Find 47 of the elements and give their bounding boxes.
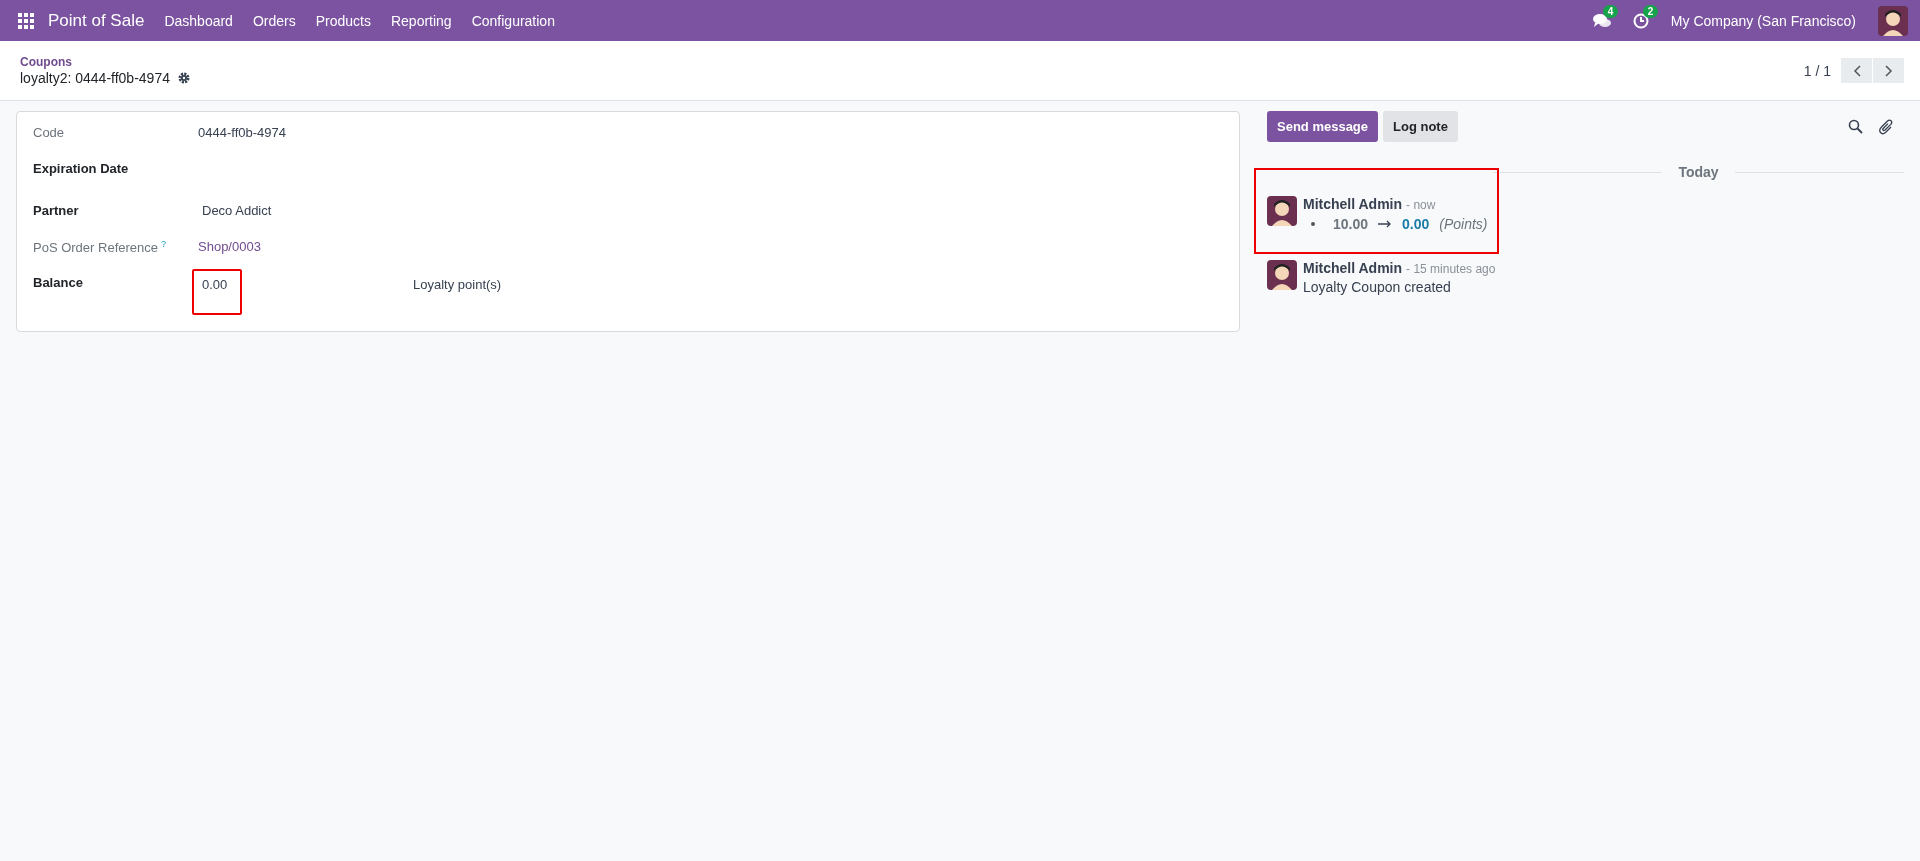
field-label: PoS Order Reference [33,240,158,256]
activity-count-badge: 2 [1642,4,1659,18]
message-author[interactable]: Mitchell Admin [1303,196,1403,212]
field-label: Expiration Date [33,161,129,176]
field-label: Partner [33,203,79,218]
order-reference-link[interactable]: Shop/0003 [198,239,261,254]
menu-item[interactable]: Configuration [471,12,555,29]
app-name[interactable]: Point of Sale [48,10,145,31]
menu-item[interactable]: Reporting [390,12,452,29]
field-value: 0444-ff0b-4974 [198,125,286,140]
gear-icon[interactable] [177,72,190,84]
unit-label: Loyalty point(s) [413,277,502,292]
menu-item[interactable]: Products [315,12,371,29]
field-label: Code [33,125,65,140]
menu-item[interactable]: Orders [252,12,296,29]
breadcrumb-link[interactable]: Coupons [20,55,190,69]
help-icon[interactable]: ? [161,239,167,249]
message-time: - 15 minutes ago [1406,262,1496,276]
balance-value: 0.00 [202,277,228,292]
message-author[interactable]: Mitchell Admin [1303,260,1403,276]
paperclip-icon[interactable] [1879,118,1894,135]
old-value: 10.00 [1333,216,1369,232]
chevron-left-icon [1852,64,1861,77]
field-value: Deco Addict [202,203,272,218]
record-title: loyalty2: 0444-ff0b-4974 [20,70,170,86]
message-body: Loyalty Coupon created [1303,279,1452,295]
search-icon[interactable] [1848,118,1863,134]
field-label: Balance [33,275,83,290]
pager-value: 1 / 1 [1803,62,1831,79]
menu-item[interactable]: Dashboard [164,12,233,29]
message-time: - now [1406,198,1436,212]
bullet-icon [1311,222,1315,226]
avatar-icon [1267,196,1297,226]
clock-icon[interactable] [1632,12,1649,29]
company-switcher[interactable]: My Company (San Francisco) [1670,12,1856,29]
next-button[interactable] [1873,58,1904,83]
arrow-right-icon [1378,220,1393,228]
log-note-button[interactable]: Log note [1383,111,1458,142]
chevron-right-icon [1884,64,1893,77]
message-count-badge: 4 [1602,4,1619,18]
tracked-field: (Points) [1439,216,1488,232]
avatar-icon [1267,260,1297,290]
send-message-button[interactable]: Send message [1267,111,1379,142]
apps-menu-icon[interactable] [18,12,34,29]
new-value: 0.00 [1402,216,1430,232]
date-separator: Today [1678,164,1719,180]
user-avatar[interactable] [1878,5,1908,36]
